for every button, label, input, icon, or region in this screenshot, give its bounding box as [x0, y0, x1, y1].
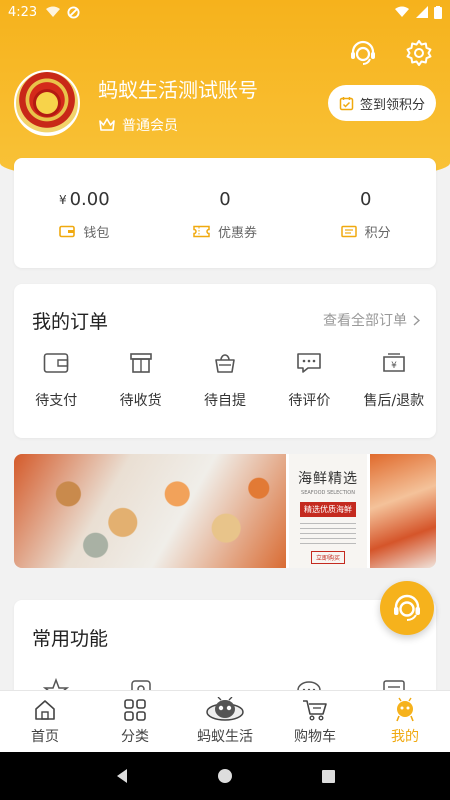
- order-pending-receipt[interactable]: 待收货: [98, 348, 182, 410]
- order-pending-pickup[interactable]: 待自提: [183, 348, 267, 410]
- seafood-photo: [14, 454, 286, 568]
- nav-category[interactable]: 分类: [90, 691, 180, 752]
- member-level: 普通会员: [98, 115, 178, 135]
- assets-card: ¥0.00 钱包 0 优惠券 0 积分: [14, 158, 436, 268]
- points-value: 0: [359, 189, 372, 210]
- features-title: 常用功能: [32, 628, 109, 650]
- points-label: 积分: [364, 225, 391, 241]
- home-circle-icon[interactable]: [217, 768, 233, 784]
- recents-icon[interactable]: [321, 769, 336, 784]
- nav-label: 我的: [391, 729, 419, 745]
- member-level-label: 普通会员: [122, 118, 178, 134]
- order-label: 售后/退款: [363, 393, 425, 409]
- nav-label: 首页: [31, 729, 59, 745]
- signal-icon: [416, 6, 428, 18]
- avatar[interactable]: [14, 70, 80, 136]
- headset-icon: [394, 594, 420, 621]
- comment-icon: [297, 353, 322, 373]
- nav-label: 购物车: [294, 729, 336, 745]
- order-after-sales[interactable]: ¥ 售后/退款: [352, 348, 436, 410]
- nav-profile[interactable]: 我的: [360, 691, 450, 752]
- wifi-icon: [395, 6, 409, 17]
- nav-cart[interactable]: 购物车: [270, 691, 360, 752]
- home-icon: [35, 700, 55, 720]
- currency-symbol: ¥: [58, 192, 67, 207]
- customer-service-float-button[interactable]: [380, 581, 434, 635]
- wallet-value: 0.00: [69, 189, 110, 210]
- refund-icon: ¥: [383, 353, 405, 372]
- wallet-icon: [43, 353, 69, 373]
- order-label: 待支付: [35, 393, 78, 409]
- points-stat[interactable]: 0 积分: [295, 158, 436, 268]
- orders-title: 我的订单: [32, 310, 109, 333]
- view-all-label: 查看全部订单: [323, 313, 407, 329]
- order-pending-payment[interactable]: 待支付: [14, 348, 98, 410]
- crown-icon: [99, 118, 115, 131]
- wifi-off-icon: [46, 6, 61, 17]
- back-icon[interactable]: [114, 768, 130, 784]
- order-pending-review[interactable]: 待评价: [267, 348, 351, 410]
- banner-ribbon: 精选优质海鲜: [300, 502, 356, 517]
- seafood-poster: 海鲜精选 SEAFOOD SELECTION 精选优质海鲜 立即购买: [286, 454, 370, 568]
- coupon-stat[interactable]: 0 优惠券: [155, 158, 296, 268]
- view-all-orders-link[interactable]: 查看全部订单: [323, 310, 420, 330]
- username: 蚂蚁生活测试账号: [98, 78, 258, 102]
- category-icon: [124, 699, 146, 721]
- signin-label: 签到领积分: [359, 97, 425, 113]
- banner-subtitle: SEAFOOD SELECTION: [301, 490, 355, 496]
- coupon-icon: [193, 225, 210, 237]
- settings-gear-icon[interactable]: [404, 38, 434, 68]
- battery-icon: [434, 5, 442, 19]
- wallet-label: 钱包: [83, 225, 110, 241]
- signin-points-button[interactable]: 签到领积分: [328, 85, 436, 121]
- profile-icon: [396, 697, 414, 722]
- orders-card: 我的订单 查看全部订单 待支付 待收货 待自提 待评价 ¥ 售后/退款: [14, 284, 436, 438]
- status-time: 4:23: [8, 4, 38, 20]
- order-label: 待评价: [288, 393, 331, 409]
- banner-title: 海鲜精选: [298, 471, 358, 487]
- banner-buy-button: 立即购买: [310, 551, 345, 564]
- coupon-label: 优惠券: [218, 225, 258, 241]
- ant-mascot-icon: [206, 697, 244, 721]
- system-navigation-bar: [0, 752, 450, 800]
- wallet-icon: [59, 225, 76, 237]
- calendar-check-icon: [339, 96, 354, 110]
- nav-label: 分类: [121, 729, 149, 745]
- data-saver-icon: [67, 5, 80, 19]
- wallet-stat[interactable]: ¥0.00 钱包: [14, 158, 155, 268]
- coupon-value: 0: [219, 189, 231, 210]
- nav-ant-life[interactable]: 蚂蚁生活: [180, 691, 270, 752]
- order-label: 待自提: [204, 393, 247, 409]
- svg-text:¥: ¥: [391, 361, 397, 371]
- nav-label: 蚂蚁生活: [197, 729, 253, 745]
- banner-text-lines: [300, 523, 356, 545]
- box-icon: [129, 353, 152, 373]
- nav-home[interactable]: 首页: [0, 691, 90, 752]
- points-icon: [340, 225, 357, 237]
- status-bar: 4:23: [0, 0, 450, 24]
- cart-icon: [303, 700, 327, 721]
- bottom-nav: 首页 分类 蚂蚁生活 购物车 我的: [0, 690, 450, 752]
- customer-service-icon[interactable]: [348, 38, 378, 68]
- seafood-banner[interactable]: 海鲜精选 SEAFOOD SELECTION 精选优质海鲜 立即购买: [14, 454, 436, 568]
- basket-icon: [215, 354, 235, 373]
- police-emblem-avatar: [36, 92, 58, 114]
- chevron-right-icon: [413, 314, 420, 326]
- order-label: 待收货: [119, 393, 162, 409]
- crab-photo: [370, 454, 436, 568]
